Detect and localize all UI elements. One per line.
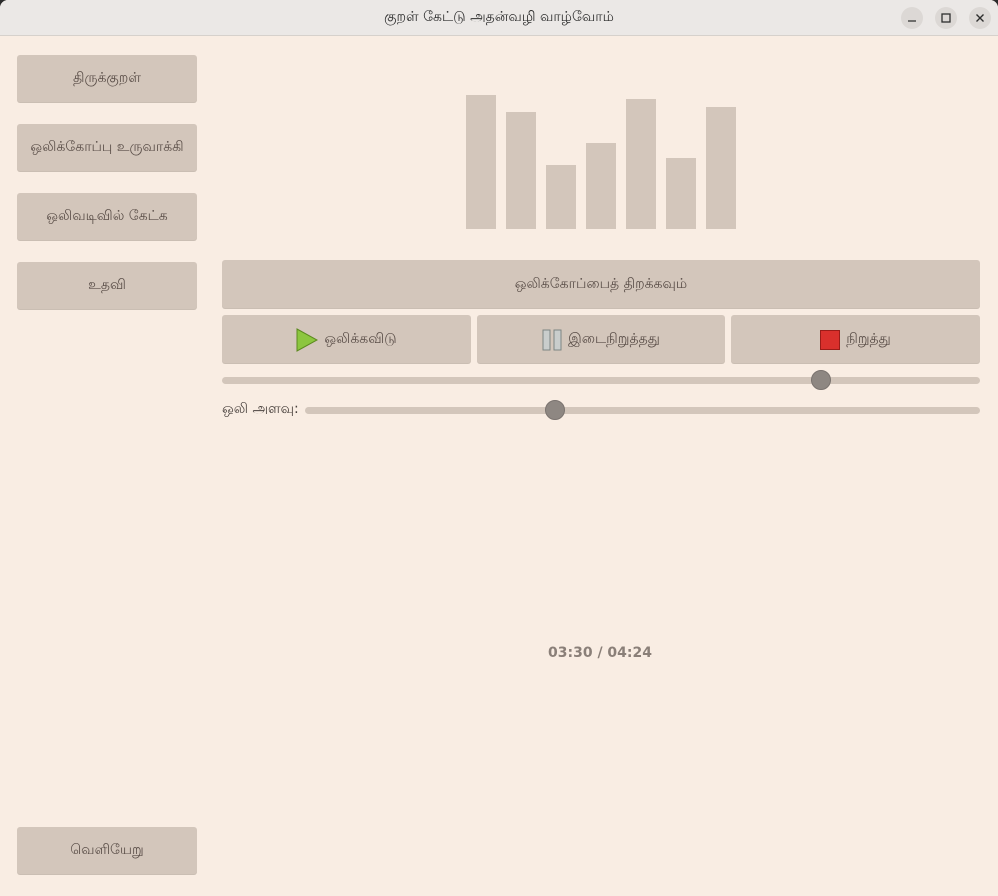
pause-icon — [542, 329, 562, 351]
app-window: குறள் கேட்டு அதன்வழி வாழ்வோம் திருக்குறள… — [0, 0, 998, 896]
stop-button[interactable]: நிறுத்து — [731, 315, 980, 364]
stop-icon — [820, 329, 841, 350]
play-icon — [296, 327, 319, 352]
minimize-button[interactable] — [901, 7, 923, 29]
open-file-label: ஒலிக்கோப்பைத் திறக்கவும் — [514, 275, 688, 292]
visualizer-bar — [626, 99, 656, 229]
sidebar-item-thirukkural[interactable]: திருக்குறள் — [17, 55, 197, 103]
visualizer-bar — [466, 95, 496, 229]
sidebar-item-audio-creator[interactable]: ஒலிக்கோப்பு உருவாக்கி — [17, 124, 197, 172]
sidebar-item-label: ஒலிக்கோப்பு உருவாக்கி — [30, 139, 184, 155]
close-button[interactable] — [969, 7, 991, 29]
audio-visualizer — [466, 95, 736, 229]
maximize-icon — [941, 13, 951, 23]
sidebar-item-help[interactable]: உதவி — [17, 262, 197, 310]
volume-slider-track[interactable] — [305, 407, 980, 414]
play-button[interactable]: ஒலிக்கவிடு — [222, 315, 471, 364]
play-label: ஒலிக்கவிடு — [324, 330, 397, 347]
exit-button[interactable]: வெளியேறு — [17, 827, 197, 875]
visualizer-bar — [666, 158, 696, 229]
exit-button-label: வெளியேறு — [70, 842, 144, 858]
open-file-button[interactable]: ஒலிக்கோப்பைத் திறக்கவும் — [222, 260, 980, 309]
pause-label: இடைநிறுத்தது — [568, 330, 660, 347]
visualizer-bar — [586, 143, 616, 229]
maximize-button[interactable] — [935, 7, 957, 29]
visualizer-bar — [506, 112, 536, 229]
progress-slider-track[interactable] — [222, 377, 980, 384]
sidebar-item-label: உதவி — [88, 277, 126, 293]
volume-label: ஒலி அளவு: — [222, 401, 299, 417]
time-display: 03:30 / 04:24 — [548, 645, 652, 661]
progress-slider-handle[interactable] — [810, 370, 831, 390]
visualizer-bar — [706, 107, 736, 229]
volume-slider-handle[interactable] — [544, 400, 565, 420]
visualizer-bar — [546, 165, 576, 229]
pause-button[interactable]: இடைநிறுத்தது — [477, 315, 725, 364]
sidebar-item-listen[interactable]: ஒலிவடிவில் கேட்க — [17, 193, 197, 241]
stop-label: நிறுத்து — [846, 330, 891, 347]
close-icon — [976, 14, 984, 22]
window-title: குறள் கேட்டு அதன்வழி வாழ்வோம் — [384, 9, 614, 25]
sidebar-item-label: திருக்குறள் — [73, 70, 141, 86]
minimize-icon — [908, 20, 916, 22]
title-bar: குறள் கேட்டு அதன்வழி வாழ்வோம் — [0, 0, 998, 36]
sidebar-item-label: ஒலிவடிவில் கேட்க — [46, 208, 168, 224]
